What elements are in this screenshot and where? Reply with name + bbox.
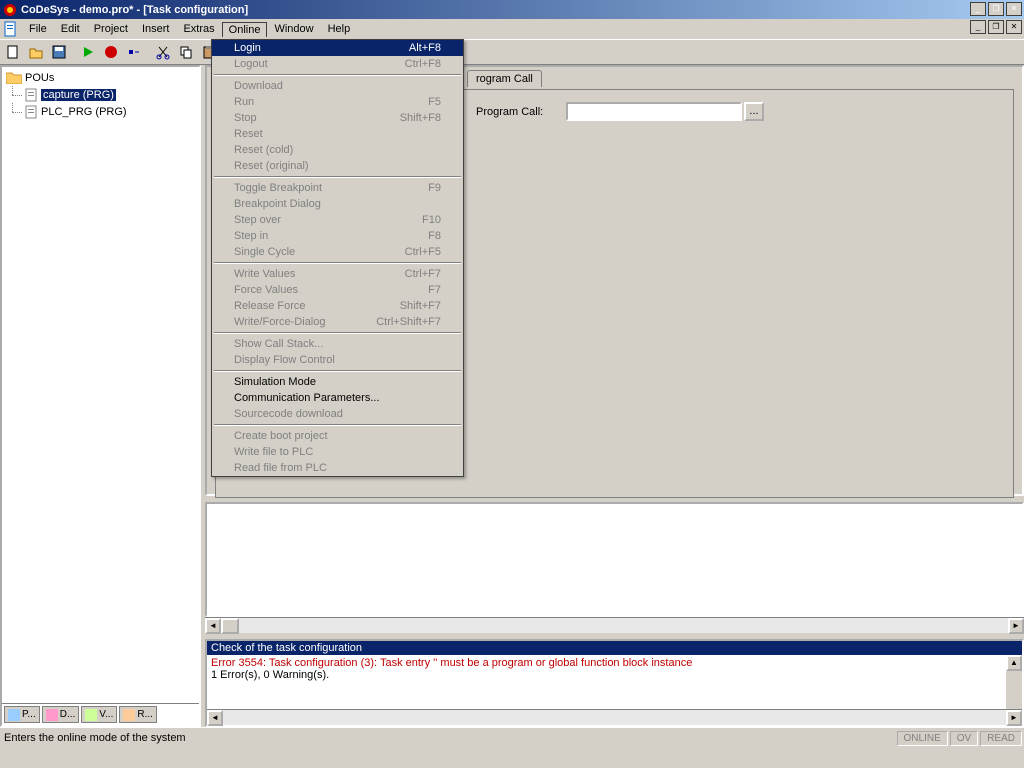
menu-item-reset-original-: Reset (original): [212, 158, 463, 174]
tab-datatypes[interactable]: D...: [42, 706, 80, 723]
tab-pous[interactable]: P...: [4, 706, 40, 723]
menu-extras[interactable]: Extras: [176, 21, 221, 37]
menu-help[interactable]: Help: [321, 21, 358, 37]
status-read: READ: [980, 731, 1022, 746]
menu-item-logout: LogoutCtrl+F8: [212, 56, 463, 72]
status-hint: Enters the online mode of the system: [4, 732, 186, 744]
tree-view[interactable]: POUs capture (PRG) PLC_PRG (PRG): [2, 67, 199, 703]
minimize-button[interactable]: _: [970, 2, 986, 16]
tb-run[interactable]: [77, 41, 99, 63]
file-icon: [24, 88, 38, 102]
tb-new[interactable]: [2, 41, 24, 63]
menu-item-write-file-to-plc: Write file to PLC: [212, 444, 463, 460]
program-call-input[interactable]: [566, 102, 742, 121]
menu-item-stop: StopShift+F8: [212, 110, 463, 126]
sidebar-tabs: P... D... V... R...: [2, 703, 199, 725]
title-bar: CoDeSys - demo.pro* - [Task configuratio…: [0, 0, 1024, 19]
message-panel: Check of the task configuration Error 35…: [205, 639, 1024, 727]
scroll-left[interactable]: ◄: [207, 710, 223, 726]
browse-button[interactable]: ...: [744, 102, 764, 121]
menu-item-breakpoint-dialog: Breakpoint Dialog: [212, 196, 463, 212]
menu-file[interactable]: File: [22, 21, 54, 37]
code-panel[interactable]: [205, 502, 1024, 617]
status-ov: OV: [950, 731, 978, 746]
menu-item-write-values: Write ValuesCtrl+F7: [212, 266, 463, 282]
status-bar: Enters the online mode of the system ONL…: [0, 727, 1024, 748]
menu-item-force-values: Force ValuesF7: [212, 282, 463, 298]
menu-insert[interactable]: Insert: [135, 21, 177, 37]
tree-item-label: PLC_PRG (PRG): [41, 106, 127, 118]
folder-icon: [6, 71, 22, 84]
tree-root[interactable]: POUs: [4, 69, 197, 86]
tb-open[interactable]: [25, 41, 47, 63]
menu-item-write-force-dialog: Write/Force-DialogCtrl+Shift+F7: [212, 314, 463, 330]
menu-item-communication-parameters-[interactable]: Communication Parameters...: [212, 390, 463, 406]
menu-item-create-boot-project: Create boot project: [212, 428, 463, 444]
menu-bar: File Edit Project Insert Extras Online W…: [0, 19, 1024, 39]
scroll-thumb[interactable]: [221, 618, 239, 634]
tb-cut[interactable]: [152, 41, 174, 63]
tab-resources[interactable]: R...: [119, 706, 157, 723]
menu-online[interactable]: Online: [222, 22, 268, 37]
scroll-left[interactable]: ◄: [205, 618, 221, 634]
mdi-maximize-button[interactable]: ❐: [988, 20, 1004, 34]
mdi-close-button[interactable]: ✕: [1006, 20, 1022, 34]
menu-item-show-call-stack-: Show Call Stack...: [212, 336, 463, 352]
tree-item-plcprg[interactable]: PLC_PRG (PRG): [4, 103, 197, 120]
window-controls-outer: _ ❐ ✕: [970, 2, 1022, 16]
app-icon: [2, 2, 18, 18]
tb-stop[interactable]: [100, 41, 122, 63]
menu-item-download: Download: [212, 78, 463, 94]
tb-copy[interactable]: [175, 41, 197, 63]
menu-window[interactable]: Window: [267, 21, 320, 37]
scroll-right[interactable]: ►: [1008, 618, 1024, 634]
window-controls-inner: _ ❐ ✕: [970, 20, 1022, 34]
menu-item-reset-cold-: Reset (cold): [212, 142, 463, 158]
tb-save[interactable]: [48, 41, 70, 63]
message-error[interactable]: Error 3554: Task configuration (3): Task…: [211, 657, 1018, 669]
v-scrollbar[interactable]: ▲: [1006, 655, 1022, 709]
doc-icon: [2, 21, 18, 37]
menu-item-run: RunF5: [212, 94, 463, 110]
menu-item-login[interactable]: LoginAlt+F8: [212, 40, 463, 56]
menu-item-step-over: Step overF10: [212, 212, 463, 228]
tree-item-label: capture (PRG): [41, 89, 116, 101]
menu-item-sourcecode-download: Sourcecode download: [212, 406, 463, 422]
toolbar: [0, 39, 1024, 65]
msg-h-scrollbar[interactable]: ◄ ►: [207, 709, 1022, 725]
message-header: Check of the task configuration: [207, 641, 1022, 655]
tb-step[interactable]: [123, 41, 145, 63]
tree-root-label: POUs: [25, 72, 54, 84]
tree-item-capture[interactable]: capture (PRG): [4, 86, 197, 103]
program-call-label: Program Call:: [476, 106, 566, 118]
menu-item-display-flow-control: Display Flow Control: [212, 352, 463, 368]
menu-item-step-in: Step inF8: [212, 228, 463, 244]
sidebar: POUs capture (PRG) PLC_PRG (PRG) P... D.…: [0, 65, 201, 727]
h-scrollbar[interactable]: ◄ ►: [205, 617, 1024, 633]
menu-project[interactable]: Project: [87, 21, 135, 37]
online-menu-dropdown: LoginAlt+F8LogoutCtrl+F8 DownloadRunF5Sto…: [211, 39, 464, 477]
tab-program-call[interactable]: rogram Call: [467, 70, 542, 87]
menu-item-read-file-from-plc: Read file from PLC: [212, 460, 463, 476]
mdi-minimize-button[interactable]: _: [970, 20, 986, 34]
menu-item-toggle-breakpoint: Toggle BreakpointF9: [212, 180, 463, 196]
menu-item-release-force: Release ForceShift+F7: [212, 298, 463, 314]
tab-visual[interactable]: V...: [81, 706, 117, 723]
scroll-right[interactable]: ►: [1006, 710, 1022, 726]
window-title: CoDeSys - demo.pro* - [Task configuratio…: [21, 4, 248, 16]
menu-edit[interactable]: Edit: [54, 21, 87, 37]
menu-item-single-cycle: Single CycleCtrl+F5: [212, 244, 463, 260]
message-summary: 1 Error(s), 0 Warning(s).: [211, 669, 1018, 681]
status-online: ONLINE: [897, 731, 948, 746]
maximize-button[interactable]: ❐: [988, 2, 1004, 16]
menu-item-simulation-mode[interactable]: Simulation Mode: [212, 374, 463, 390]
file-icon: [24, 105, 38, 119]
menu-item-reset: Reset: [212, 126, 463, 142]
close-button[interactable]: ✕: [1006, 2, 1022, 16]
scroll-up[interactable]: ▲: [1006, 655, 1022, 671]
